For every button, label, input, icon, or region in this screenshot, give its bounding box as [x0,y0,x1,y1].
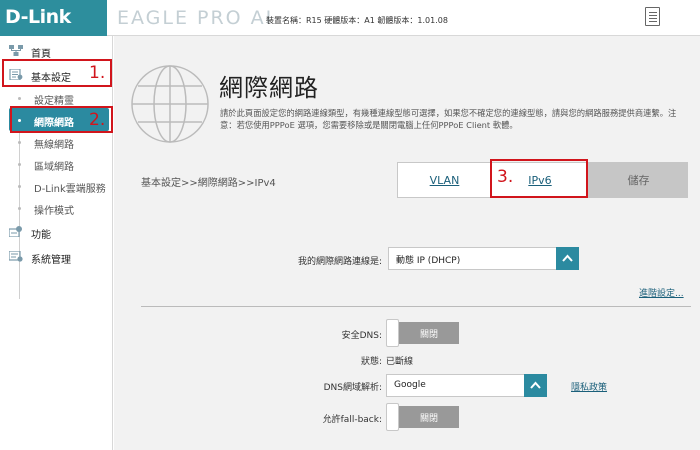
bullet [18,185,21,188]
bullet [18,97,21,100]
page-description: 請於此頁面設定您的網路連線類型，有幾種連線型態可選擇，如果您不確定您的連線型態，… [220,108,677,130]
dns-resolve-select[interactable]: Google [386,374,547,397]
dns-resolve-label: DNS網域解析: [323,383,382,393]
annotation-step1: 1. [89,63,106,83]
divider [141,306,691,307]
sidebar-item-lan[interactable]: 區域網路 [0,153,113,175]
main-content: 網際網路 請於此頁面設定您的網路連線類型，有幾種連線型態可選擇，如果您不確定您的… [114,36,700,450]
status-value: 已斷線 [386,357,414,367]
save-button[interactable]: 儲存 [589,162,688,198]
globe-icon [131,65,209,143]
sidebar-item-operation-mode[interactable]: 操作模式 [0,197,113,219]
dlink-logo: D-Link [0,0,107,36]
sidebar-item-label: 首頁 [31,49,51,60]
annotation-step3: 3. [497,167,514,187]
sidebar-item-features[interactable]: 功能 [0,220,113,244]
sidebar-item-label: 功能 [31,230,51,241]
toggle-knob [386,319,399,347]
tab-vlan[interactable]: VLAN [397,162,492,198]
annotation-step2: 2. [89,110,106,130]
top-header: D-Link EAGLE PRO AI 裝置名稱：R15 硬體版本：A1 韌體版… [0,0,700,36]
secure-dns-label: 安全DNS: [341,331,382,341]
sidebar-item-cloud-service[interactable]: D-Link雲端服務 [0,175,113,197]
toggle-state: 關閉 [399,322,459,344]
connection-type-value: 動態 IP (DHCP) [396,256,461,266]
sidebar-item-label: 設定精靈 [34,96,74,107]
status-label: 狀態: [360,357,382,367]
network-icon [9,45,23,56]
sidebar-item-label: 操作模式 [34,206,74,217]
sidebar-item-label: 區域網路 [34,162,74,173]
toggle-state: 關閉 [399,406,459,428]
bullet [18,207,21,210]
connection-type-select[interactable]: 動態 IP (DHCP) [388,247,579,270]
fallback-label: 允許fall-back: [322,415,382,425]
sidebar-item-label: 無線網路 [34,140,74,151]
sidebar-item-system-management[interactable]: 系統管理 [0,245,113,269]
bullet [18,163,21,166]
features-icon [9,226,22,237]
breadcrumb: 基本設定>>網際網路>>IPv4 [141,178,276,189]
notes-icon[interactable] [645,7,660,26]
fallback-toggle[interactable]: 關閉 [386,403,459,431]
device-info: 裝置名稱：R15 硬體版本：A1 韌體版本：1.01.08 [266,16,448,25]
page-title: 網際網路 [219,74,319,102]
chevron-up-icon[interactable] [524,374,547,397]
sidebar-item-wireless[interactable]: 無線網路 [0,131,113,153]
secure-dns-toggle[interactable]: 關閉 [386,319,459,347]
bullet [18,141,21,144]
connection-type-label: 我的網際網路連線是: [297,257,382,267]
privacy-policy-link[interactable]: 隱私政策 [571,380,607,393]
dns-resolve-value: Google [394,380,426,390]
chevron-up-icon[interactable] [556,247,579,270]
advanced-settings-link[interactable]: 進階設定... [639,286,684,299]
toggle-knob [386,403,399,431]
sidebar-item-label: D-Link雲端服務 [34,184,106,195]
sidebar-item-label: 系統管理 [31,255,71,266]
sidebar: 首頁 基本設定 設定精靈 網際網路 無線網路 區域網路 D-Link雲端服務 操… [0,36,113,450]
product-name: EAGLE PRO AI [117,7,274,29]
system-icon [9,251,23,262]
